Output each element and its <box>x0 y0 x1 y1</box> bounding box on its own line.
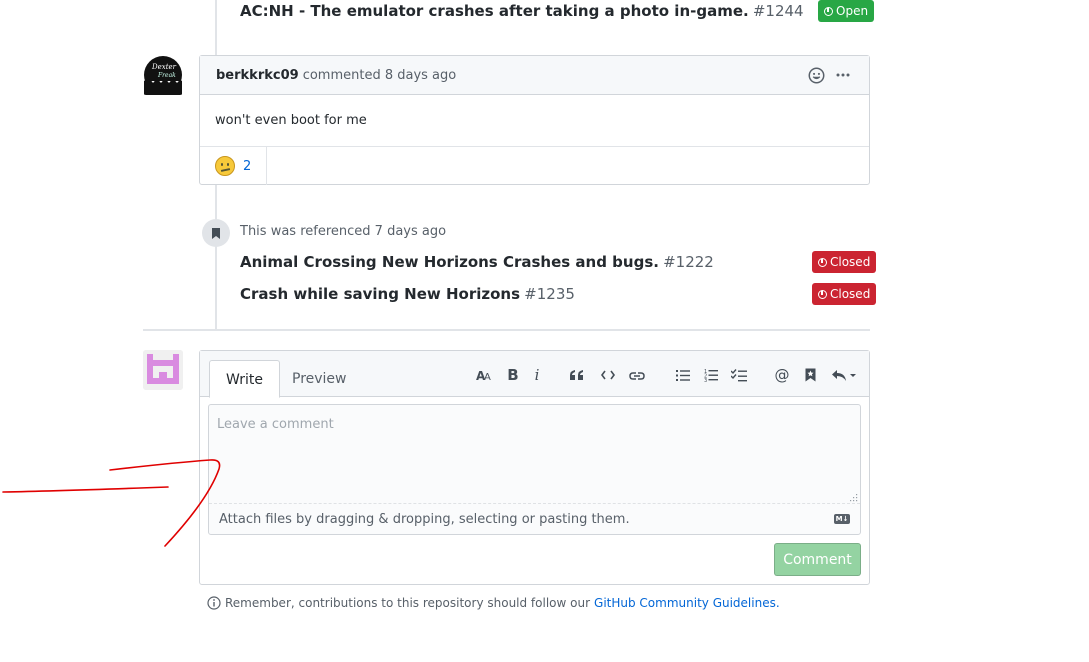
text-size-icon[interactable]: AA <box>475 365 495 385</box>
comment-author[interactable]: berkkrkc09 <box>216 68 299 83</box>
timeline-line <box>215 185 217 330</box>
comment-timestamp[interactable]: commented 8 days ago <box>303 68 457 83</box>
info-icon <box>207 596 221 610</box>
bookmark-badge <box>202 219 230 247</box>
state-label: Closed <box>830 287 871 301</box>
svg-text:A: A <box>484 372 491 382</box>
mention-icon[interactable]: @ <box>773 365 791 385</box>
unordered-list-icon[interactable] <box>675 365 691 385</box>
code-icon[interactable] <box>600 365 616 385</box>
resize-handle-icon[interactable] <box>850 491 858 502</box>
link-icon[interactable] <box>628 365 646 385</box>
attach-files-bar[interactable]: Attach files by dragging & dropping, sel… <box>209 503 860 535</box>
quote-icon[interactable] <box>568 365 586 385</box>
comment-textarea[interactable] <box>209 405 860 503</box>
issue-number: #1222 <box>663 253 714 271</box>
italic-icon[interactable]: i <box>530 365 544 385</box>
tab-preview[interactable]: Preview <box>276 360 363 398</box>
avatar[interactable]: Dexter Freak <box>143 55 183 95</box>
state-badge-closed: Closed <box>812 283 877 305</box>
more-options-icon[interactable] <box>836 68 850 82</box>
timeline-divider <box>143 329 870 331</box>
issue-number: #1235 <box>524 285 575 303</box>
task-list-icon[interactable] <box>730 365 748 385</box>
svg-text:Dexter: Dexter <box>151 63 177 71</box>
attach-files-text: Attach files by dragging & dropping, sel… <box>219 512 630 527</box>
issue-closed-icon <box>818 257 827 267</box>
comment-textarea-wrapper: Attach files by dragging & dropping, sel… <box>208 404 861 535</box>
reference-item[interactable]: Animal Crossing New Horizons Crashes and… <box>240 253 714 271</box>
add-reaction-icon[interactable] <box>808 67 825 88</box>
issue-title-link[interactable]: Animal Crossing New Horizons Crashes and… <box>240 253 659 271</box>
timeline-line <box>215 0 217 55</box>
confused-emoji-icon <box>215 156 235 176</box>
issue-closed-icon <box>818 289 827 299</box>
issue-number: #1244 <box>752 2 804 20</box>
current-user-avatar[interactable] <box>143 350 183 390</box>
issue-open-icon <box>824 6 833 16</box>
bold-icon[interactable]: B <box>505 365 521 385</box>
comment-editor: Write Preview AA B i 123 @ Leave a comme… <box>199 350 870 585</box>
contribution-guidelines-note: Remember, contributions to this reposito… <box>207 596 780 610</box>
bookmark-icon <box>212 227 220 239</box>
ordered-list-icon[interactable]: 123 <box>703 365 719 385</box>
state-label: Closed <box>830 255 871 269</box>
editor-header: Write Preview AA B i 123 @ <box>200 351 869 398</box>
guidelines-text: Remember, contributions to this reposito… <box>225 596 591 610</box>
comment-header: berkkrkc09 commented 8 days ago <box>200 56 869 95</box>
issue-title-link[interactable]: AC:NH - The emulator crashes after takin… <box>240 2 749 20</box>
reaction-count: 2 <box>243 158 252 174</box>
reply-icon[interactable] <box>830 365 858 385</box>
comment-submit-button[interactable]: Comment <box>774 543 861 576</box>
svg-text:3: 3 <box>704 378 707 382</box>
state-badge-closed: Closed <box>812 251 877 273</box>
saved-reply-icon[interactable] <box>802 365 818 385</box>
reaction-confused[interactable]: 2 <box>200 147 268 185</box>
reference-item[interactable]: AC:NH - The emulator crashes after takin… <box>240 2 804 20</box>
reference-item[interactable]: Crash while saving New Horizons #1235 <box>240 285 575 303</box>
markdown-icon[interactable]: M↓ <box>834 514 850 524</box>
svg-text:Freak: Freak <box>157 72 176 79</box>
reactions-bar: 2 <box>200 147 869 185</box>
annotation-arrow <box>2 459 221 547</box>
state-label: Open <box>836 4 869 18</box>
tab-write[interactable]: Write <box>209 360 280 398</box>
comment: berkkrkc09 commented 8 days ago won't ev… <box>199 55 870 185</box>
issue-title-link[interactable]: Crash while saving New Horizons <box>240 285 520 303</box>
community-guidelines-link[interactable]: GitHub Community Guidelines. <box>594 596 780 610</box>
state-badge-open: Open <box>818 0 875 22</box>
comment-body: won't even boot for me <box>200 95 869 147</box>
reference-event-text: This was referenced 7 days ago <box>240 224 447 239</box>
